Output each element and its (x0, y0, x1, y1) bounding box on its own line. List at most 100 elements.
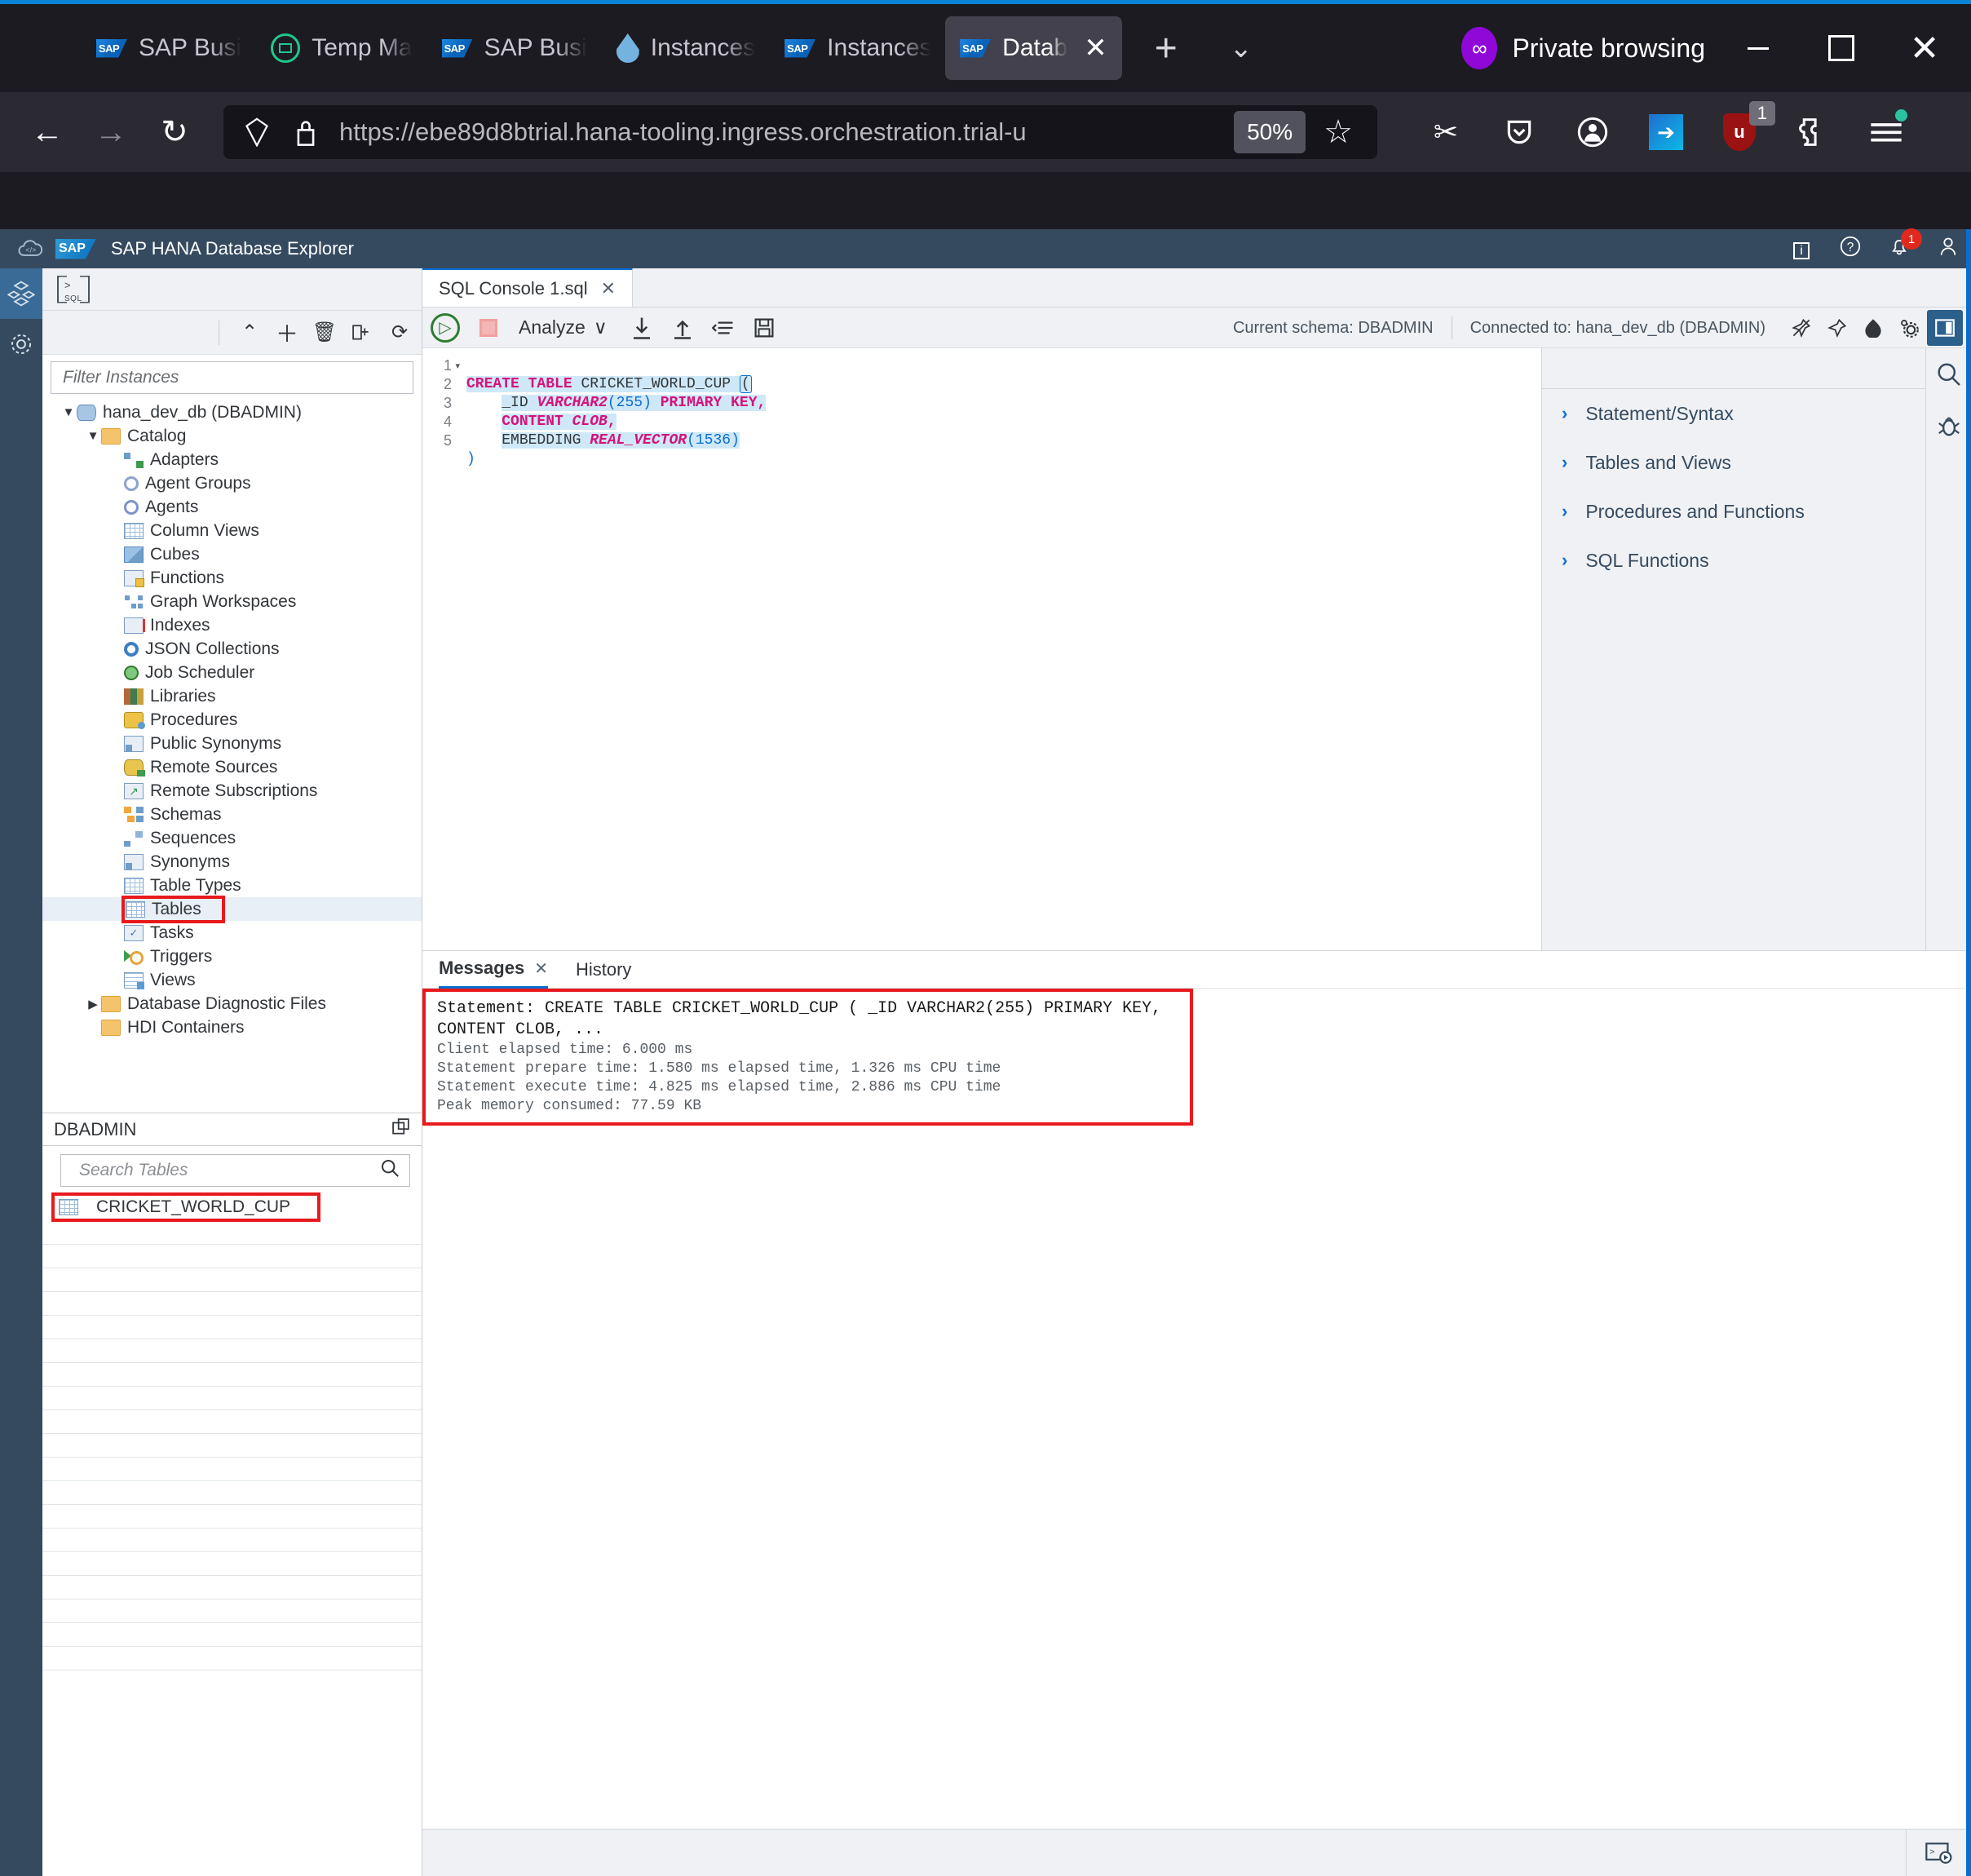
zoom-level-indicator[interactable]: 50% (1234, 111, 1306, 153)
tree-node-remote-sources[interactable]: Remote Sources (42, 755, 422, 779)
tree-node-hana-dev-db[interactable]: ▼ hana_dev_db (DBADMIN) (42, 400, 422, 424)
search-icon[interactable] (1926, 348, 1971, 400)
chevron-right-icon[interactable]: › (1562, 501, 1567, 522)
forward-icon[interactable]: → (82, 103, 140, 161)
tree-node-views[interactable]: Views (42, 968, 422, 992)
open-in-new-icon[interactable] (392, 1118, 410, 1141)
list-item[interactable] (42, 1410, 422, 1434)
debug-icon[interactable] (1926, 400, 1971, 453)
cloud-code-icon[interactable]: </> (8, 229, 52, 268)
list-item-cricket-world-cup[interactable]: CRICKET_WORLD_CUP (42, 1193, 422, 1221)
chevron-right-icon[interactable]: › (1562, 452, 1567, 473)
list-item[interactable] (42, 1221, 422, 1245)
new-folder-icon[interactable] (345, 316, 379, 350)
list-item[interactable] (42, 1434, 422, 1458)
list-item[interactable] (42, 1599, 422, 1623)
list-item[interactable] (42, 1505, 422, 1529)
tree-node-column-views[interactable]: Column Views (42, 519, 422, 542)
bookmark-star-icon[interactable]: ☆ (1310, 113, 1366, 151)
close-window-button[interactable]: ✕ (1894, 18, 1955, 78)
help-section-tables-and-views[interactable]: › Tables and Views (1542, 438, 1925, 487)
new-tab-button[interactable]: + (1142, 26, 1191, 71)
collapse-all-icon[interactable]: ⌃ (232, 316, 267, 350)
tree-node-triggers[interactable]: Triggers (42, 945, 422, 968)
tree-node-schemas[interactable]: Schemas (42, 803, 422, 826)
list-item[interactable] (42, 1458, 422, 1481)
delete-icon[interactable]: 🗑 (307, 316, 342, 350)
tree-node-graph-workspaces[interactable]: Graph Workspaces (42, 590, 422, 613)
close-icon[interactable]: ✕ (601, 278, 616, 299)
tree-node-cubes[interactable]: Cubes (42, 542, 422, 566)
extension-ublock-icon[interactable]: u 1 (1715, 108, 1764, 157)
chevron-right-icon[interactable]: › (1562, 550, 1567, 571)
tab-sql-console-1[interactable]: SQL Console 1.sql ✕ (422, 268, 633, 307)
tree-node-adapters[interactable]: Adapters (42, 448, 422, 471)
tree-node-table-types[interactable]: Table Types (42, 874, 422, 897)
tree-node-hdi-containers[interactable]: HDI Containers (42, 1015, 422, 1039)
analyze-button[interactable]: Analyze ∨ (519, 316, 608, 338)
chevron-right-icon[interactable]: › (1562, 403, 1567, 424)
tab-history[interactable]: History (576, 951, 631, 989)
list-item[interactable] (42, 1339, 422, 1363)
info-icon[interactable]: i (1790, 238, 1813, 259)
tree-node-libraries[interactable]: Libraries (42, 684, 422, 708)
sql-editor[interactable]: 1▾ 2 3 4 5 CREATE TABLE CRICKET_WORLD_CU… (422, 348, 1542, 950)
list-item[interactable] (42, 1576, 422, 1599)
notifications-icon[interactable]: 1 (1888, 236, 1911, 262)
list-item[interactable] (42, 1552, 422, 1576)
list-item[interactable] (42, 1245, 422, 1268)
tree-node-job-scheduler[interactable]: Job Scheduler (42, 661, 422, 684)
list-item[interactable] (42, 1623, 422, 1647)
tree-node-tasks[interactable]: Tasks (42, 921, 422, 945)
list-item[interactable] (42, 1268, 422, 1292)
list-item[interactable] (42, 1316, 422, 1339)
pocket-save-icon[interactable] (1495, 108, 1544, 157)
tree-twisty[interactable]: ▼ (85, 429, 101, 443)
lock-icon[interactable] (284, 110, 328, 154)
tree-twisty[interactable]: ▼ (60, 405, 77, 419)
refresh-icon[interactable]: ⟳ (382, 316, 417, 350)
rail-item-catalog[interactable] (0, 268, 42, 319)
chevron-down-icon[interactable]: ⌄ (1218, 32, 1264, 64)
maximize-button[interactable] (1811, 18, 1872, 78)
help-icon[interactable]: ? (1839, 236, 1862, 262)
add-icon[interactable]: ＋ (270, 316, 304, 350)
tree-twisty[interactable]: ▶ (85, 997, 101, 1011)
toggle-sidebar-icon[interactable] (1927, 310, 1963, 346)
shield-icon[interactable] (235, 110, 279, 154)
reload-icon[interactable]: ↻ (145, 103, 204, 161)
stop-button[interactable] (479, 319, 497, 337)
browser-tab-2[interactable]: Temp Ma (256, 16, 426, 80)
tree-node-synonyms[interactable]: Synonyms (42, 850, 422, 874)
tree-node-json-collections[interactable]: JSON Collections (42, 637, 422, 661)
theme-icon[interactable] (1855, 310, 1891, 346)
search-tables-input[interactable]: Search Tables (60, 1154, 410, 1187)
settings-icon[interactable] (1891, 310, 1927, 346)
download-icon[interactable] (624, 310, 660, 346)
tree-node-procedures[interactable]: Procedures (42, 708, 422, 732)
chevron-down-icon[interactable]: ∨ (594, 316, 608, 338)
tree-node-public-synonyms[interactable]: Public Synonyms (42, 732, 422, 755)
sql-code[interactable]: CREATE TABLE CRICKET_WORLD_CUP ( _ID VAR… (457, 348, 1541, 950)
url-text[interactable]: https://ebe89d8btrial.hana-tooling.ingre… (333, 117, 1229, 147)
address-bar[interactable]: https://ebe89d8btrial.hana-tooling.ingre… (223, 105, 1377, 159)
run-button[interactable]: ▷ (431, 313, 460, 343)
pin-icon[interactable] (1819, 310, 1855, 346)
account-icon[interactable] (1568, 108, 1617, 157)
browser-tab-4[interactable]: Instances (602, 16, 770, 80)
tree-node-functions[interactable]: Functions (42, 566, 422, 590)
search-icon[interactable] (380, 1158, 400, 1183)
list-item[interactable] (42, 1292, 422, 1316)
extension-blue-icon[interactable] (1642, 108, 1690, 157)
list-item[interactable] (42, 1529, 422, 1552)
user-icon[interactable] (1937, 236, 1960, 262)
open-sql-console-icon[interactable]: >SQL (57, 276, 90, 303)
list-item[interactable] (42, 1387, 422, 1410)
list-item[interactable] (42, 1363, 422, 1387)
help-section-procedures-and-functions[interactable]: › Procedures and Functions (1542, 487, 1925, 536)
tree-node-indexes[interactable]: Indexes (42, 613, 422, 637)
save-icon[interactable] (746, 310, 782, 346)
tab-messages[interactable]: Messages ✕ (439, 951, 548, 989)
browser-tab-1[interactable]: SAP SAP Busi (82, 16, 256, 80)
help-section-statement-syntax[interactable]: › Statement/Syntax (1542, 389, 1925, 438)
